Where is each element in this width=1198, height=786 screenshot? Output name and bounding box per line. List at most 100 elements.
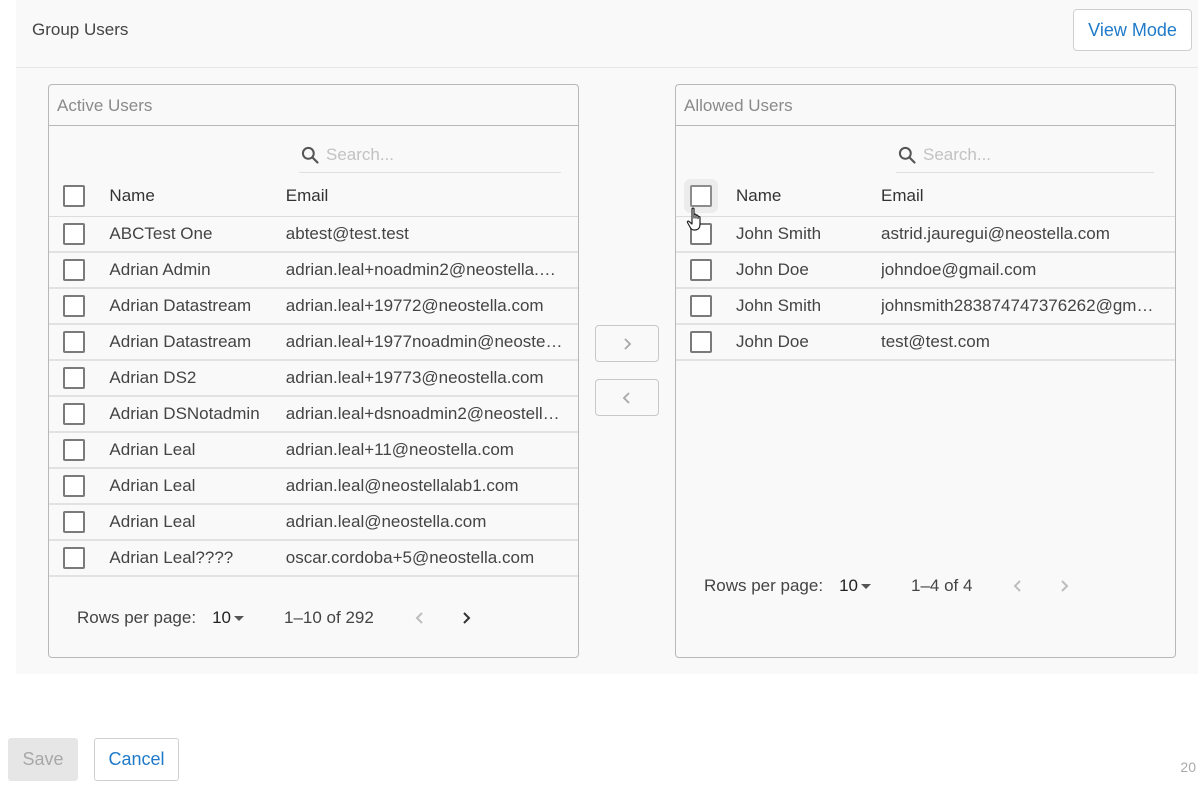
next-page-button[interactable] (1052, 574, 1076, 598)
user-name-cell: Adrian DSNotadmin (105, 396, 286, 433)
row-checkbox[interactable] (63, 511, 85, 533)
table-row[interactable]: John Smith johnsmith283874747376262@gm… (676, 288, 1175, 325)
active-users-title: Active Users (49, 85, 578, 126)
allowed-users-pagination: Rows per page: 10 1–4 of 4 (704, 571, 1098, 601)
table-row[interactable]: Adrian Leal adrian.leal+11@neostella.com (49, 432, 578, 469)
move-left-button[interactable] (595, 379, 659, 416)
previous-page-button[interactable] (408, 606, 432, 630)
cancel-button[interactable]: Cancel (94, 738, 179, 781)
user-email-cell: adrian.leal+dsnoadmin2@neostell… (285, 404, 560, 423)
column-header-email[interactable]: Email (285, 177, 578, 217)
row-checkbox[interactable] (63, 403, 85, 425)
user-name-cell: John Doe (732, 324, 881, 361)
pagination-range: 1–4 of 4 (911, 576, 973, 595)
search-icon (301, 146, 319, 164)
user-email-cell: oscar.cordoba+5@neostella.com (285, 548, 535, 567)
page-number: 20 (1180, 759, 1196, 775)
rows-per-page-select[interactable]: 10 (839, 576, 871, 596)
user-name-cell: Adrian DS2 (105, 360, 286, 397)
card-header: Group Users View Mode (16, 0, 1198, 68)
active-users-pagination: Rows per page: 10 1–10 of 292 (77, 603, 500, 633)
row-checkbox[interactable] (63, 331, 85, 353)
table-row[interactable]: Adrian DSNotadmin adrian.leal+dsnoadmin2@… (49, 396, 578, 433)
select-all-checkbox[interactable] (63, 185, 85, 208)
table-row[interactable]: Adrian Datastream adrian.leal+19772@neost… (49, 288, 578, 325)
user-email-cell: abtest@test.test (285, 223, 409, 243)
row-checkbox[interactable] (690, 259, 712, 281)
table-header-row: Name Email (49, 177, 578, 217)
caret-down-icon (861, 583, 871, 589)
view-mode-button[interactable]: View Mode (1073, 9, 1192, 51)
chevron-left-icon (1014, 580, 1022, 592)
rows-per-page-select[interactable]: 10 (212, 608, 244, 628)
row-checkbox[interactable] (63, 439, 85, 461)
next-page-button[interactable] (454, 606, 478, 630)
column-header-name[interactable]: Name (732, 177, 881, 217)
rows-per-page-label: Rows per page: (77, 608, 197, 627)
user-name-cell: Adrian Datastream (105, 324, 286, 361)
table-row[interactable]: Adrian Admin adrian.leal+noadmin2@neostel… (49, 252, 578, 289)
active-users-search-input[interactable] (326, 143, 546, 167)
user-name-cell: Adrian Leal (105, 468, 286, 505)
table-row[interactable]: John Doe test@test.com (676, 324, 1175, 361)
user-email-cell: adrian.leal@neostellalab1.com (285, 476, 519, 495)
table-row[interactable]: Adrian Leal adrian.leal@neostella.com (49, 504, 578, 541)
allowed-users-title: Allowed Users (676, 85, 1175, 126)
column-header-email[interactable]: Email (881, 177, 1175, 217)
active-users-panel: Active Users Name Email ABCTest Oneabtes… (48, 84, 579, 658)
table-row[interactable]: Adrian Leal adrian.leal@neostellalab1.com (49, 468, 578, 505)
user-name-cell: John Smith (732, 288, 881, 325)
row-checkbox[interactable] (690, 331, 712, 353)
rows-per-page-label: Rows per page: (704, 576, 824, 595)
user-name-cell: John Smith (732, 216, 881, 253)
row-checkbox[interactable] (63, 367, 85, 389)
table-row[interactable]: ABCTest One abtest@test.test (49, 216, 578, 253)
save-button[interactable]: Save (8, 738, 78, 781)
table-row[interactable]: Adrian Datastream adrian.leal+1977noadmin… (49, 324, 578, 361)
user-email-cell: adrian.leal+11@neostella.com (285, 440, 514, 459)
table-header-row: Name Email (676, 177, 1175, 217)
allowed-users-table: Name Email John Smith astrid.jauregui@neo… (676, 177, 1175, 361)
page-title: Group Users (32, 20, 129, 39)
allowed-users-search-input[interactable] (923, 143, 1143, 167)
column-header-name[interactable]: Name (105, 177, 286, 217)
row-checkbox[interactable] (63, 222, 85, 245)
search-icon (898, 146, 916, 164)
chevron-right-icon (624, 337, 632, 350)
row-checkbox[interactable] (690, 295, 712, 317)
chevron-right-icon (463, 612, 471, 624)
active-users-table: Name Email ABCTest One abtest@test.test Ad… (49, 177, 578, 577)
table-row[interactable]: John Smith astrid.jauregui@neostella.com (676, 216, 1175, 253)
user-name-cell: Adrian Datastream (105, 288, 286, 325)
row-checkbox[interactable] (63, 295, 85, 317)
table-row[interactable]: John Doe johndoe@gmail.com (676, 252, 1175, 289)
user-email-cell: adrian.leal+19773@neostella.com (285, 368, 544, 387)
rows-per-page-value: 10 (212, 608, 231, 627)
user-name-cell: Adrian Leal (105, 432, 286, 469)
row-checkbox[interactable] (63, 547, 85, 569)
table-row[interactable]: Adrian DS2 adrian.leal+19773@neostella.co… (49, 360, 578, 397)
row-checkbox[interactable] (63, 259, 85, 281)
user-email-cell: adrian.leal+19772@neostella.com (285, 296, 544, 315)
user-email-cell: johnsmith283874747376262@gm… (881, 296, 1154, 315)
user-email-cell: adrian.leal+noadmin2@neostella.… (285, 260, 556, 279)
select-all-checkbox[interactable] (690, 185, 712, 208)
chevron-right-icon (1061, 580, 1069, 592)
user-email-cell: johndoe@gmail.com (881, 260, 1037, 279)
hand-cursor-icon (686, 207, 701, 231)
rows-per-page-value: 10 (839, 576, 858, 595)
user-name-cell: Adrian Admin (105, 252, 286, 289)
table-row[interactable]: Adrian Leal???? oscar.cordoba+5@neostella… (49, 540, 578, 577)
user-email-cell: adrian.leal@neostella.com (285, 512, 487, 531)
move-right-button[interactable] (595, 325, 659, 362)
allowed-users-panel: Allowed Users Name Email John Smithastri… (675, 84, 1176, 658)
user-name-cell: Adrian Leal???? (105, 540, 286, 577)
previous-page-button[interactable] (1006, 574, 1030, 598)
active-users-search (299, 141, 561, 173)
row-checkbox[interactable] (63, 475, 85, 497)
user-name-cell: Adrian Leal (105, 504, 286, 541)
chevron-left-icon (622, 391, 630, 404)
chevron-left-icon (415, 612, 423, 624)
user-email-cell: test@test.com (881, 332, 990, 351)
pagination-range: 1–10 of 292 (284, 608, 374, 627)
